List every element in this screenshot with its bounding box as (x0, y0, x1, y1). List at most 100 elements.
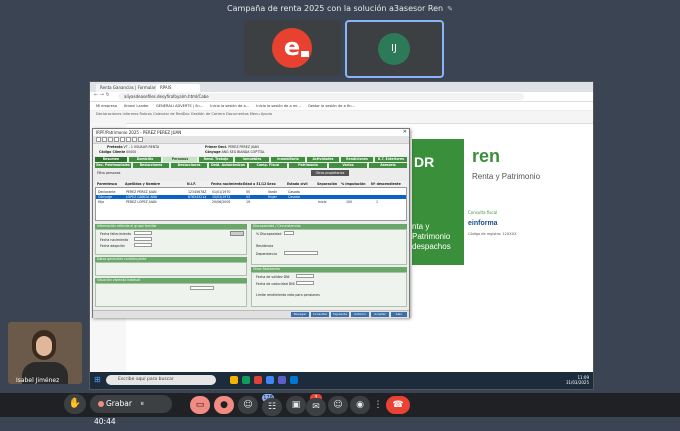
hang-up-icon[interactable]: ☎ (386, 396, 410, 414)
tab-asesoria[interactable]: Asesoría (369, 163, 407, 168)
page-menu-text[interactable]: Declaraciones Informes Rubros Calendar d… (96, 112, 272, 116)
tab-rec-patrimoniales[interactable]: Rec. Patrimoniales (95, 163, 131, 168)
bookmarks-bar: Mi empresa Kmovi Lander GENERALI ADVERTS… (90, 102, 593, 111)
tab-varios[interactable]: Varios (329, 163, 367, 168)
bookmark-item[interactable]: Inicio la sesión de a... (210, 104, 249, 108)
bookmark-item[interactable]: Inicio la sesión de a mi... (256, 104, 300, 108)
table-row-selected[interactable]: Cónyuge LOPEZ GARCIA ANA 87654321X 15/03… (96, 195, 406, 199)
teams-icon[interactable] (278, 376, 286, 384)
consulta-link[interactable]: Consulta fiscal (468, 210, 497, 215)
person-face (36, 336, 52, 356)
self-view-video[interactable] (8, 322, 82, 384)
browser-tab-strip: Renta Ganancias | Formularios RPAIS (90, 82, 593, 92)
toolbar-exit-icon[interactable] (138, 137, 143, 142)
close-icon[interactable]: ✕ (403, 129, 407, 136)
more-options-icon[interactable]: ⋮ (372, 396, 384, 414)
dependencia-select[interactable] (284, 251, 318, 255)
tab-domicilio[interactable]: Domicilio (129, 157, 161, 162)
siguiente-button[interactable]: Siguiente (331, 312, 349, 317)
einforma-logo: einforma (468, 220, 498, 227)
banner-subtitle-text: nta y Patrimonio despachos (412, 222, 451, 251)
aceptar-button[interactable]: Aceptar (371, 312, 389, 317)
mic-off-icon[interactable]: ● (214, 396, 234, 414)
navegar-button[interactable]: Navegar (291, 312, 309, 317)
tab-rendiciones[interactable]: Rendiciones ventas (341, 157, 373, 166)
tab-inmuebles[interactable]: Inmuebles (235, 157, 269, 162)
tab-patrimonio[interactable]: Patrimonio (289, 163, 327, 168)
calc-button[interactable] (230, 231, 244, 236)
participants-icon[interactable]: ☷ (262, 398, 282, 416)
toolbar-save-icon[interactable] (108, 137, 113, 142)
brand-logo: ren (472, 146, 501, 166)
bookmark-item[interactable]: Mi empresa (96, 104, 117, 108)
shared-screen: Renta Ganancias | Formularios RPAIS ← → … (90, 82, 593, 389)
people-icon[interactable]: ☺ (238, 396, 258, 414)
app-header: Pretexto VT - 1 VSUALIR RENTA Código Cli… (93, 144, 409, 156)
tab-comp-fiscal[interactable]: Comp. Fiscal (249, 163, 287, 168)
nav-arrows-icon[interactable]: ← → ↻ (94, 92, 110, 98)
panel-situacion (95, 283, 247, 307)
brand-subtitle: Renta y Patrimonio (472, 172, 541, 181)
cell: 53 (246, 195, 251, 199)
pause-icon[interactable]: ⏸ (140, 399, 144, 408)
field-label: Cónyuge (205, 150, 221, 154)
tab-actividades[interactable]: Actividades (307, 157, 339, 162)
banner-letters: DR (414, 154, 435, 170)
participant-tile-e[interactable]: e (244, 20, 341, 76)
toolbar-open-icon[interactable] (102, 137, 107, 142)
table-row[interactable]: Hijo PEREZ LOPEZ JUAN 20/06/2005 19 Inic… (96, 200, 406, 204)
chrome-icon[interactable] (254, 376, 262, 384)
tab-resumen[interactable]: Resumen (95, 157, 127, 162)
tab-rend-trabajo[interactable]: Rend. Trabajo (199, 157, 233, 162)
tabs-row-2: Rec. Patrimoniales Reducciones Deduccion… (95, 163, 407, 168)
consultar-button[interactable]: Consultar (311, 312, 329, 317)
edit-pencil-icon[interactable]: ✎ (447, 5, 453, 13)
tab-reducciones[interactable]: Reducciones (133, 163, 169, 168)
participant-tile-ij[interactable]: IJ (345, 20, 444, 78)
bookmark-item[interactable]: Gestor la sesión de a fin... (308, 104, 355, 108)
outlook-icon[interactable] (290, 376, 298, 384)
bookmark-item[interactable]: Kmovi Lander (124, 104, 149, 108)
meeting-title: Campaña de renta 2025 con la solución a3… (0, 0, 680, 18)
toolbar-print-icon[interactable] (114, 137, 119, 142)
situacion-select[interactable] (190, 286, 214, 290)
bookmark-item[interactable]: GENERALI ADVERTS | Sn... (156, 104, 203, 108)
discapacidad-input[interactable] (284, 231, 294, 235)
table-row[interactable]: Declarante PEREZ PEREZ JUAN 12345678Z 01… (96, 190, 406, 194)
file-explorer-icon[interactable] (230, 376, 238, 384)
taskbar-search-input[interactable]: Escribe aquí para buscar (106, 375, 216, 385)
tab-deducciones[interactable]: Deducciones (171, 163, 207, 168)
toolbar-search-icon[interactable] (120, 137, 125, 142)
cell: 20/06/2005 (212, 200, 231, 204)
browser-tab-active[interactable]: RPAIS (156, 84, 200, 92)
fecha-nacimiento-input[interactable] (134, 237, 152, 241)
camera-off-icon[interactable]: ▭ (190, 396, 210, 414)
cell: Casado (288, 195, 300, 199)
otros-propietarios-button[interactable]: Otros propietarios (311, 170, 349, 176)
chat-icon[interactable]: ✉ (306, 398, 326, 416)
fecha-fallecimiento-input[interactable] (134, 231, 152, 235)
field-label: Código Cliente (99, 150, 126, 154)
tab-inmobiliario[interactable]: Inmobiliario (271, 157, 305, 162)
caducidad-dni-input[interactable] (296, 281, 314, 285)
anterior-button[interactable]: Anterior (351, 312, 369, 317)
screen-share-icon[interactable]: ▣ (286, 396, 306, 414)
windows-start-icon[interactable]: ⊞ (94, 376, 102, 384)
reactions-icon[interactable]: ☺ (328, 396, 348, 414)
browser-tab[interactable]: Renta Ganancias | Formularios (96, 84, 158, 92)
excel-icon[interactable] (242, 376, 250, 384)
validez-dni-input[interactable] (296, 274, 314, 278)
tab-ded-autonomicas[interactable]: Deld. Autonómicas (209, 163, 247, 168)
toolbar-new-icon[interactable] (96, 137, 101, 142)
tab-personas[interactable]: Personas (163, 157, 197, 162)
system-tray[interactable]: 11:09 31/03/2025 (566, 375, 589, 385)
tab-rt-exteriores[interactable]: R.T. Exteriores (375, 157, 407, 162)
captions-icon[interactable]: ◉ (350, 396, 370, 414)
raise-hand-icon[interactable]: ✋ (64, 394, 86, 414)
fecha-adopcion-input[interactable] (134, 243, 152, 247)
toolbar-calc-icon[interactable] (126, 137, 131, 142)
url-input[interactable]: aliyasdeasefiles.desyfirafoyalm.html/Cab… (118, 93, 524, 100)
edge-icon[interactable] (266, 376, 274, 384)
salir-button[interactable]: Salir (391, 312, 407, 317)
toolbar-help-icon[interactable] (132, 137, 137, 142)
